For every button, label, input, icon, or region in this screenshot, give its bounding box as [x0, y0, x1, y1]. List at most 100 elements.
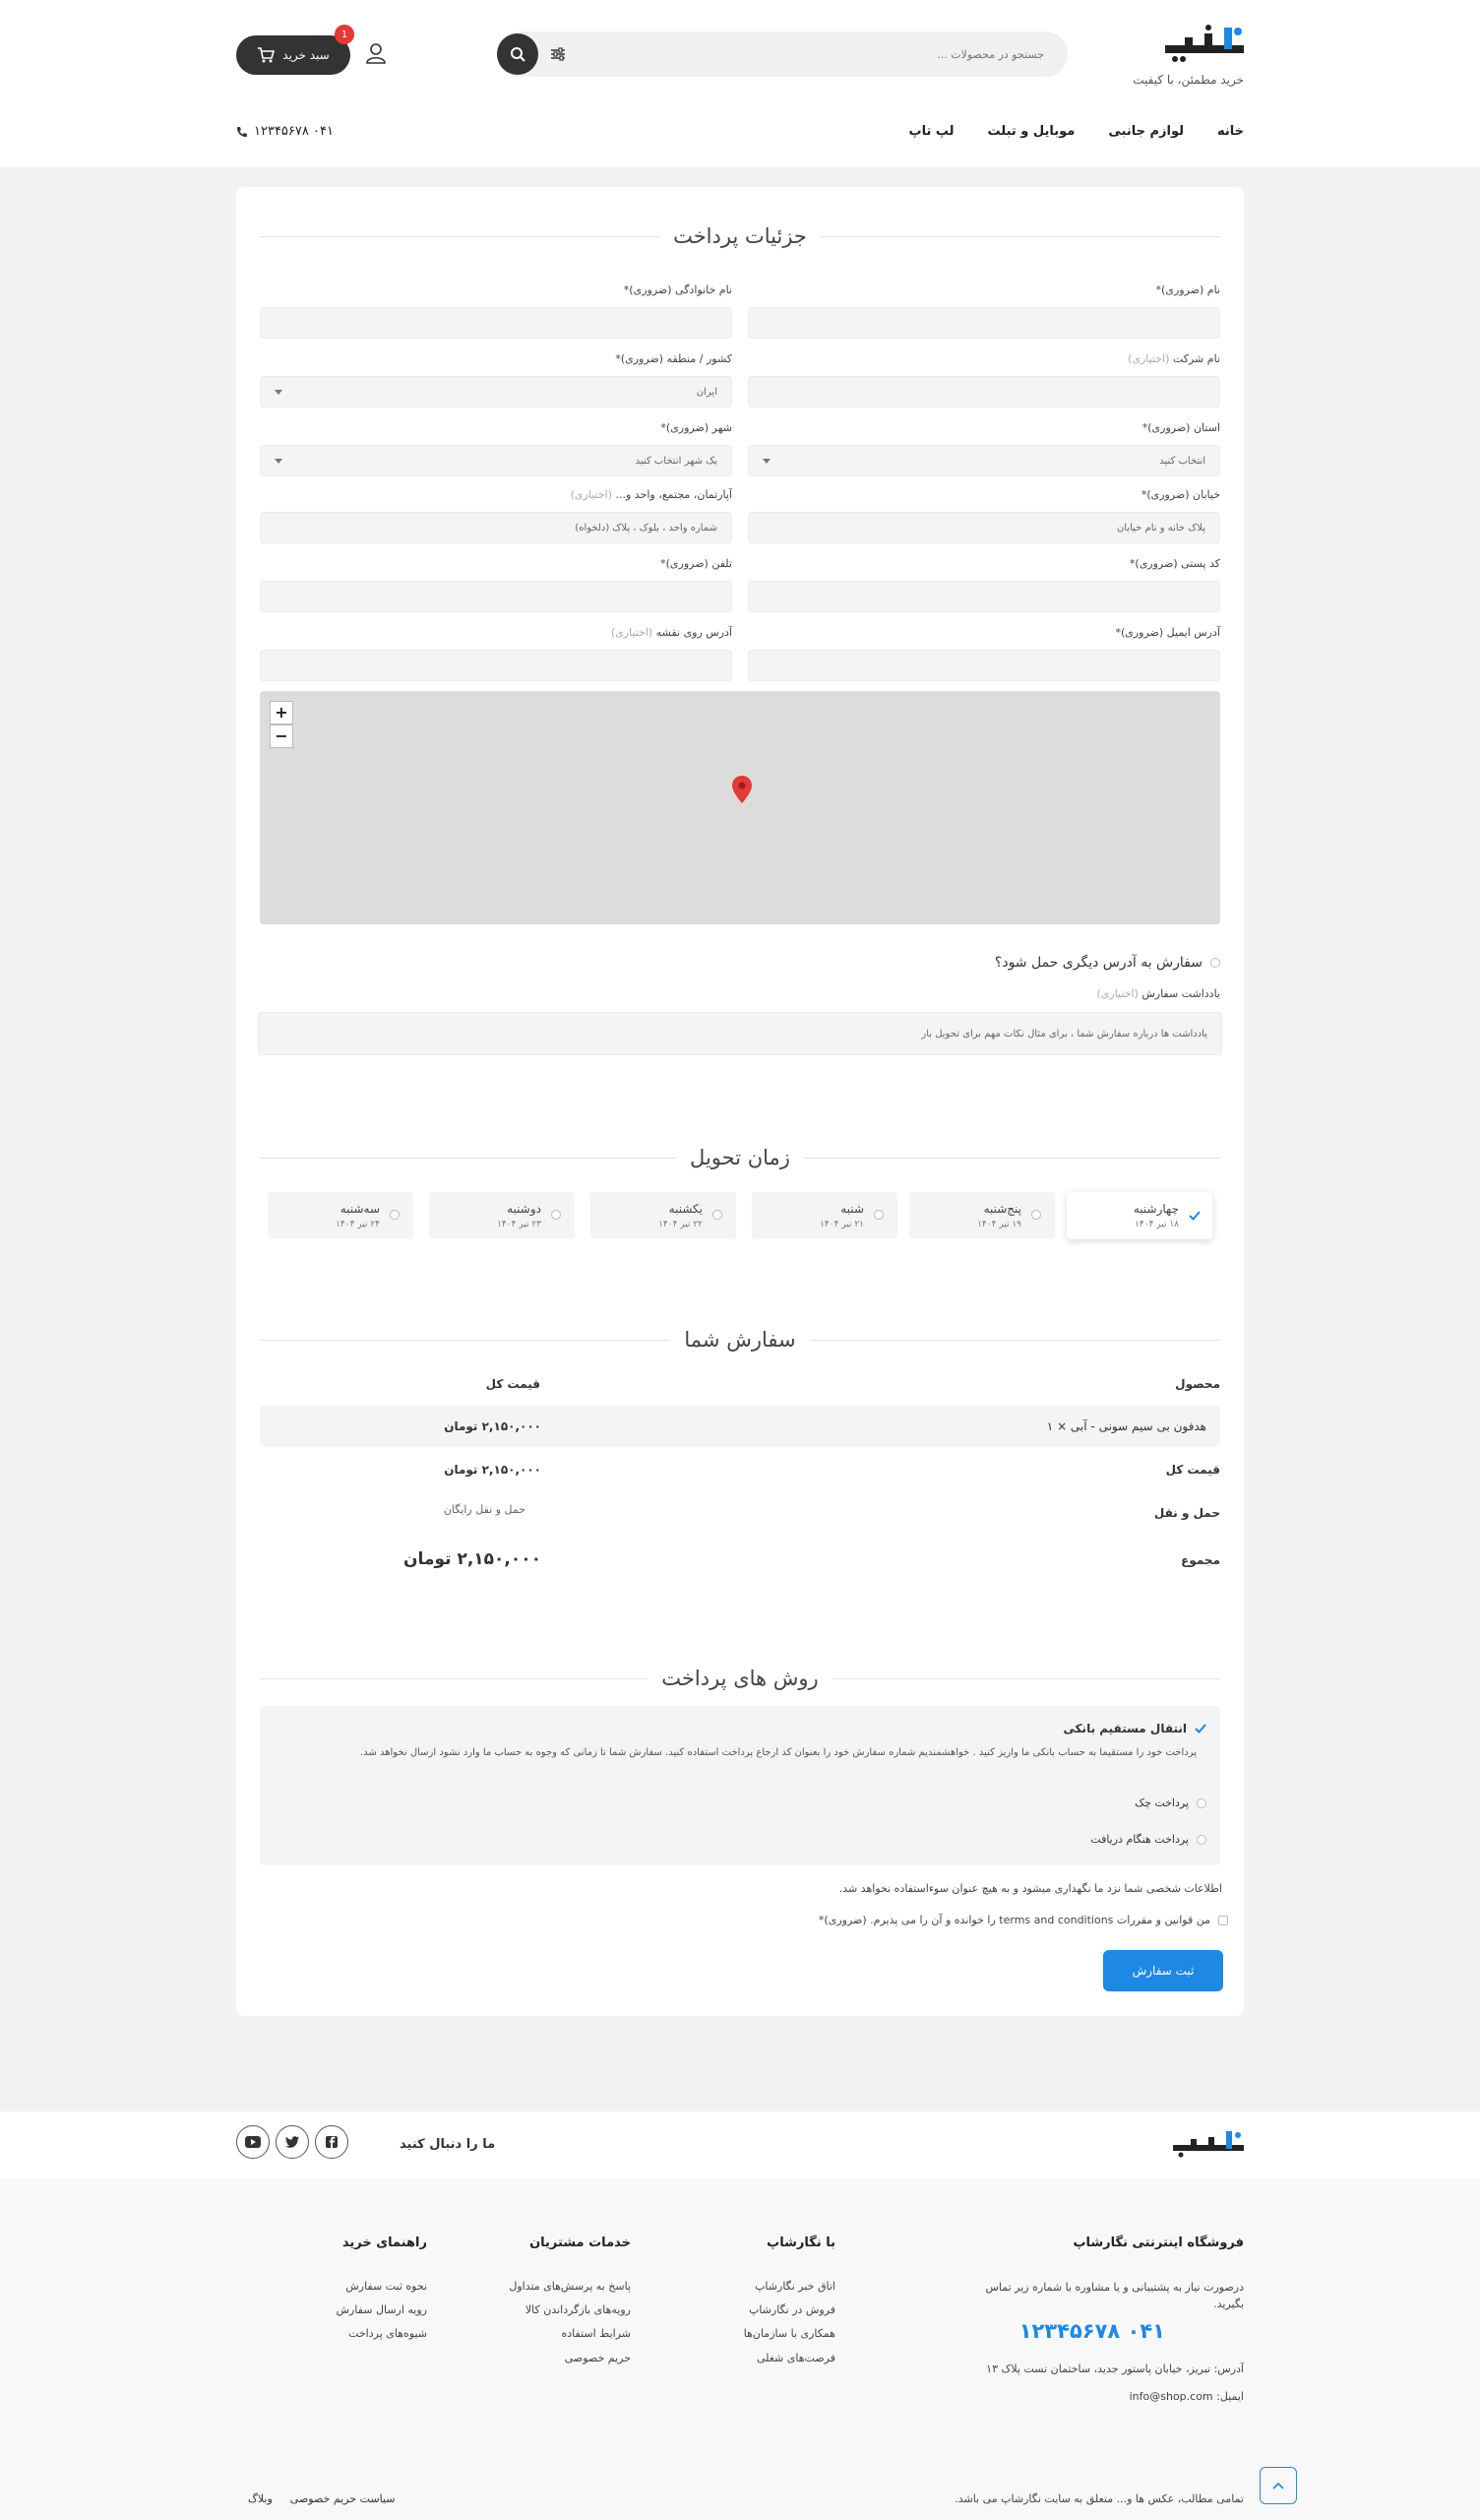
city-select[interactable]: یک شهر انتخاب کنید [260, 445, 732, 476]
map-address-label: آدرس روی نقشه (اختیاری) [610, 626, 732, 639]
delivery-day-option[interactable]: دوشنبه ۲۳ تیر ۱۴۰۴ [429, 1192, 575, 1239]
total-value: ۲,۱۵۰,۰۰۰ تومان [403, 1549, 541, 1569]
zoom-out-button[interactable]: − [270, 724, 293, 748]
footer-col2-title: خدمات مشتریان [529, 2236, 631, 2250]
email-field[interactable] [748, 650, 1220, 681]
footer-logo[interactable] [1173, 2129, 1244, 2159]
search-input[interactable] [631, 32, 1044, 77]
footer-link[interactable]: رویه‌های بازگرداندن کالا [525, 2303, 631, 2316]
footer-link-privacy[interactable]: سیاست حریم خصوصی [290, 2492, 396, 2505]
user-icon[interactable] [364, 41, 388, 65]
chevron-down-icon [275, 390, 282, 395]
subtotal-label: قیمت کل [1165, 1463, 1220, 1477]
terms-checkbox[interactable] [1218, 1915, 1228, 1925]
ship-different-option[interactable]: سفارش به آدرس دیگری حمل شود؟ [995, 955, 1220, 971]
state-select[interactable]: انتخاب کنید [748, 445, 1220, 476]
youtube-icon [245, 2136, 261, 2148]
footer-link[interactable]: رویه ارسال سفارش [337, 2303, 427, 2316]
main-nav: خانه لوازم جانبی موبایل و تبلت لپ تاپ [909, 124, 1244, 139]
last-name-label: نام خانوادگی (ضروری)* [623, 284, 732, 296]
country-select[interactable]: ایران [260, 376, 732, 408]
facebook-button[interactable] [315, 2125, 348, 2159]
footer-link[interactable]: اتاق خبر نگارشاپ [755, 2280, 835, 2293]
search-icon [511, 47, 525, 62]
youtube-button[interactable] [236, 2125, 270, 2159]
check-icon [1189, 1211, 1201, 1221]
shipping-value: حمل و نقل رایگان [443, 1503, 525, 1516]
apartment-field[interactable]: شماره واحد ، بلوک ، پلاک (دلخواه) [260, 512, 732, 543]
order-notes-textarea[interactable]: یادداشت ها درباره سفارش شما ، برای مثال … [258, 1012, 1222, 1055]
nav-item-home[interactable]: خانه [1217, 124, 1244, 139]
location-map[interactable]: + − [260, 691, 1220, 924]
shipping-label: حمل و نقل [1153, 1506, 1220, 1520]
footer-link[interactable]: پاسخ به پرسش‌های متداول [509, 2280, 631, 2293]
search-button[interactable] [497, 33, 538, 75]
payment-option-bank[interactable]: انتقال مستقیم بانکی [1063, 1722, 1206, 1735]
footer-link[interactable]: شرایط استفاده [561, 2327, 631, 2340]
footer-col1-title: با نگارشاپ [767, 2236, 835, 2250]
payment-bank-label: انتقال مستقیم بانکی [1063, 1722, 1187, 1735]
twitter-icon [285, 2136, 299, 2148]
billing-title: جزئیات پرداخت [259, 221, 1220, 251]
footer-link[interactable]: همکاری با سازمان‌ها [744, 2327, 835, 2340]
footer-link[interactable]: فروش در نگارشاپ [749, 2303, 835, 2316]
twitter-button[interactable] [276, 2125, 309, 2159]
site-logo[interactable] [1165, 24, 1244, 65]
payment-title: روش های پرداخت [260, 1664, 1220, 1693]
state-label: استان (ضروری)* [1141, 421, 1220, 434]
street-field[interactable]: پلاک خانه و نام خیابان [748, 512, 1220, 543]
footer-store-description: درصورت نیاز به پشتیبانی و یا مشاوره با ش… [985, 2281, 1244, 2310]
footer-link[interactable]: نحوه ثبت سفارش [345, 2280, 427, 2293]
first-name-label: نام (ضروری)* [1155, 284, 1220, 296]
order-product-name: هدفون بی سیم سونی - آبی × ۱ [1046, 1419, 1206, 1433]
back-to-top-button[interactable] [1260, 2467, 1297, 2504]
company-field[interactable] [748, 376, 1220, 408]
delivery-day-option[interactable]: چهارشنبه ۱۸ تیر ۱۴۰۴ [1067, 1192, 1212, 1239]
order-product-row: هدفون بی سیم سونی - آبی × ۱ ۲,۱۵۰,۰۰۰ تو… [260, 1406, 1220, 1447]
footer-store-phone[interactable]: ۰۴۱ ۱۲۳۴۵۶۷۸ [1019, 2319, 1165, 2343]
footer-top-bar: ما را دنبال کنید [0, 2111, 1480, 2178]
search-bar [497, 32, 1068, 77]
phone-label: تلفن (ضروری)* [660, 557, 732, 570]
cart-button[interactable]: سبد خرید [236, 35, 350, 75]
footer-link[interactable]: فرصت‌های شغلی [757, 2352, 835, 2364]
order-title: سفارش شما [259, 1325, 1220, 1354]
postcode-field[interactable] [748, 581, 1220, 612]
logo-tagline: خرید مطمئن، با کیفیت [1133, 73, 1244, 87]
street-label: خیابان (ضروری)* [1141, 488, 1220, 501]
ship-different-checkbox[interactable] [1210, 958, 1220, 968]
payment-option-cheque[interactable]: پرداخت چک [1135, 1796, 1206, 1809]
first-name-field[interactable] [748, 307, 1220, 339]
nav-item-mobile[interactable]: موبایل و تبلت [988, 124, 1076, 139]
footer-link[interactable]: شیوه‌های پرداخت [348, 2327, 427, 2340]
payment-methods-box: انتقال مستقیم بانکی پرداخت خود را مستقیم… [260, 1706, 1220, 1865]
map-pin-icon[interactable] [732, 776, 752, 803]
cart-count-badge: 1 [335, 25, 354, 44]
zoom-in-button[interactable]: + [270, 701, 293, 724]
delivery-day-option[interactable]: یکشنبه ۲۲ تیر ۱۴۰۴ [590, 1192, 736, 1239]
place-order-button[interactable]: ثبت سفارش [1103, 1950, 1223, 1991]
phone-icon [237, 126, 247, 137]
delivery-day-option[interactable]: شنبه ۲۱ تیر ۱۴۰۴ [752, 1192, 897, 1239]
nav-item-laptop[interactable]: لپ تاپ [909, 124, 955, 139]
filter-icon[interactable] [548, 44, 568, 64]
header-phone[interactable]: ۰۴۱ ۱۲۳۴۵۶۷۸ [236, 124, 334, 139]
payment-option-cod[interactable]: پرداخت هنگام دریافت [1090, 1833, 1206, 1846]
footer-col3-title: راهنمای خرید [341, 2236, 427, 2250]
order-notes-label: یادداشت سفارش (اختیاری) [1096, 987, 1220, 1000]
phone-field[interactable] [260, 581, 732, 612]
delivery-day-option[interactable]: پنج‌شنبه ۱۹ تیر ۱۴۰۴ [909, 1192, 1055, 1239]
terms-agreement[interactable]: من قوانین و مقررات terms and conditions … [819, 1914, 1228, 1926]
footer-link[interactable]: حریم خصوصی [565, 2352, 631, 2364]
map-address-field[interactable] [260, 650, 732, 681]
footer-copyright: تمامی مطالب، عکس ها و... متعلق به سایت ن… [955, 2492, 1244, 2505]
footer-store-email[interactable]: ایمیل: info@shop.com [1130, 2390, 1244, 2403]
payment-bank-description: پرداخت خود را مستقیما به حساب بانکی ما و… [360, 1747, 1197, 1758]
facebook-icon [326, 2136, 338, 2148]
delivery-day-option[interactable]: سه‌شنبه ۲۴ تیر ۱۴۰۴ [268, 1192, 413, 1239]
footer-link-blog[interactable]: وبلاگ [248, 2492, 273, 2505]
nav-item-accessories[interactable]: لوازم جانبی [1108, 124, 1184, 139]
footer-store-title: فروشگاه اینترنتی نگارشاپ [1073, 2236, 1244, 2250]
order-product-price: ۲,۱۵۰,۰۰۰ تومان [444, 1419, 541, 1433]
last-name-field[interactable] [260, 307, 732, 339]
